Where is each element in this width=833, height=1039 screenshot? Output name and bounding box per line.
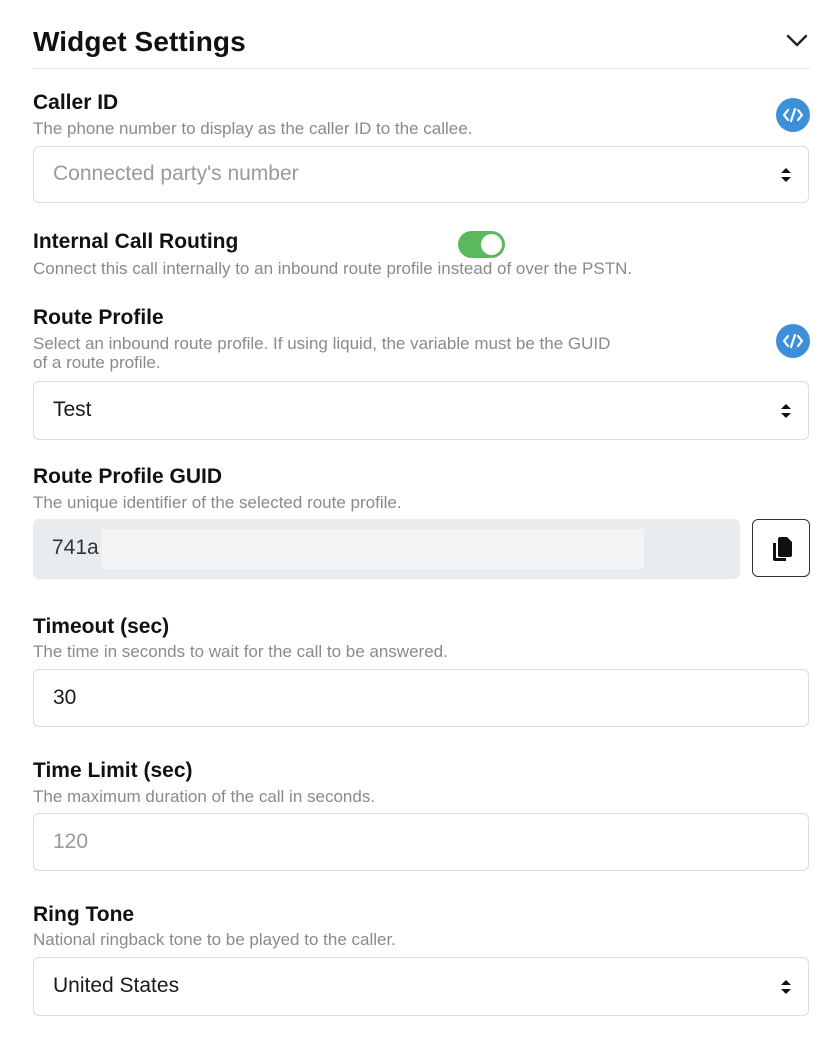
ring-tone-label: Ring Tone: [33, 903, 135, 926]
timeout-label: Timeout (sec): [33, 615, 170, 638]
ring-tone-value: United States: [53, 974, 180, 997]
code-icon[interactable]: [776, 324, 810, 358]
time-limit-label: Time Limit (sec): [33, 759, 193, 782]
internal-routing-label: Internal Call Routing: [33, 230, 239, 253]
caller-id-placeholder: Connected party's number: [53, 162, 299, 185]
time-limit-placeholder: 120: [53, 830, 89, 853]
redaction-mask: [102, 529, 644, 569]
toggle-knob: [481, 234, 502, 255]
select-arrows-icon: [781, 404, 791, 418]
copy-guid-button[interactable]: [752, 519, 810, 577]
timeout-description: The time in seconds to wait for the call…: [33, 642, 448, 661]
caller-id-select[interactable]: Connected party's number: [33, 146, 809, 203]
route-profile-description: Select an inbound route profile. If usin…: [33, 334, 611, 353]
route-profile-description-cont: of a route profile.: [33, 353, 161, 372]
timeout-value: 30: [53, 686, 77, 709]
section-title: Widget Settings: [33, 26, 246, 57]
widget-settings-panel: Widget Settings Caller ID The phone numb…: [0, 0, 833, 1039]
chevron-down-icon[interactable]: [786, 34, 808, 48]
copy-icon: [773, 537, 792, 561]
internal-routing-toggle[interactable]: [458, 231, 505, 258]
ring-tone-description: National ringback tone to be played to t…: [33, 930, 396, 949]
time-limit-input[interactable]: 120: [33, 813, 809, 871]
ring-tone-select[interactable]: United States: [33, 957, 809, 1016]
time-limit-description: The maximum duration of the call in seco…: [33, 787, 376, 806]
route-guid-label: Route Profile GUID: [33, 465, 223, 488]
widget-settings-header[interactable]: Widget Settings: [33, 24, 810, 69]
route-profile-value: Test: [53, 398, 92, 421]
timeout-input[interactable]: 30: [33, 669, 809, 727]
caller-id-label: Caller ID: [33, 91, 119, 114]
route-guid-field[interactable]: 741a: [33, 519, 740, 579]
select-arrows-icon: [781, 980, 791, 994]
route-profile-select[interactable]: Test: [33, 381, 809, 440]
code-icon[interactable]: [776, 98, 810, 132]
select-arrows-icon: [781, 168, 791, 182]
route-profile-label: Route Profile: [33, 306, 164, 329]
route-guid-value: 741a: [52, 536, 99, 559]
route-guid-description: The unique identifier of the selected ro…: [33, 493, 402, 512]
caller-id-description: The phone number to display as the calle…: [33, 119, 473, 138]
internal-routing-description: Connect this call internally to an inbou…: [33, 259, 633, 278]
